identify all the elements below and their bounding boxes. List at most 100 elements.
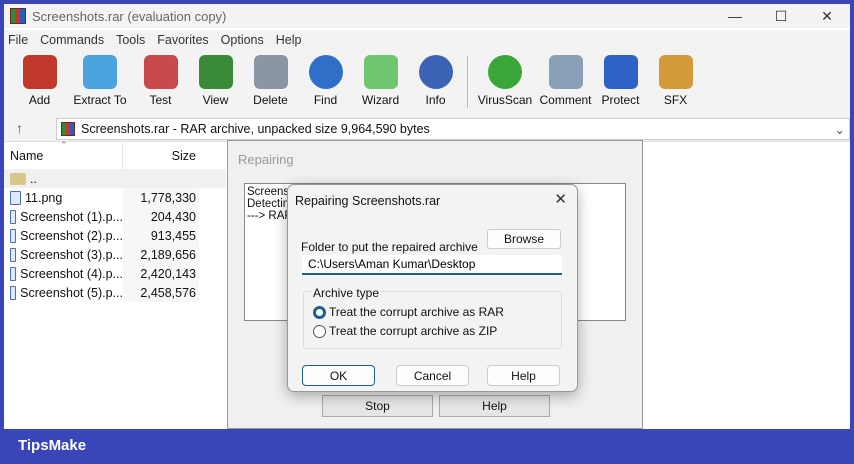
close-button[interactable]: ✕: [804, 4, 850, 28]
radio-rar[interactable]: Treat the corrupt archive as RAR: [313, 305, 504, 319]
sfx-box-icon: [658, 55, 693, 89]
toolbar-separator: [467, 56, 468, 108]
toolbar-protect-button[interactable]: Protect: [593, 50, 648, 107]
radio-zip-label: Treat the corrupt archive as ZIP: [329, 324, 498, 338]
toolbar-label: Test: [149, 93, 172, 107]
column-size[interactable]: Size: [123, 149, 199, 163]
toolbar-label: VirusScan: [477, 93, 533, 107]
address-bar: ↑ Screenshots.rar - RAR archive, unpacke…: [4, 116, 850, 142]
toolbar-find-button[interactable]: Find: [298, 50, 353, 107]
column-name[interactable]: Name ⌃: [4, 140, 123, 169]
dialog-title: Repairing Screenshots.rar: [295, 194, 441, 208]
menu-tools[interactable]: Tools: [116, 33, 145, 47]
list-empty-area: [639, 143, 850, 429]
toolbar-label: SFX: [663, 93, 688, 107]
parent-label: ..: [30, 171, 37, 186]
list-item[interactable]: Screenshot (1).p... 204,430: [4, 207, 226, 226]
ok-button[interactable]: OK: [302, 365, 375, 386]
comment-icon: [548, 55, 583, 89]
add-icon: [22, 55, 57, 89]
image-file-icon: [10, 266, 17, 281]
repairing-help-button[interactable]: Help: [439, 395, 550, 417]
toolbar-delete-button[interactable]: Delete: [243, 50, 298, 107]
image-file-icon: [10, 190, 21, 205]
folder-label: Folder to put the repaired archive: [301, 240, 478, 254]
list-item[interactable]: Screenshot (4).p... 2,420,143: [4, 264, 226, 283]
list-item[interactable]: Screenshot (5).p... 2,458,576: [4, 283, 226, 302]
radio-selected-icon: [313, 305, 326, 319]
toolbar-view-button[interactable]: View: [188, 50, 243, 107]
file-name: Screenshot (4).p...: [20, 266, 123, 281]
radio-rar-label: Treat the corrupt archive as RAR: [329, 305, 504, 319]
title-bar: Screenshots.rar (evaluation copy) — ☐ ✕: [4, 4, 850, 28]
address-field[interactable]: Screenshots.rar - RAR archive, unpacked …: [56, 118, 850, 140]
brand-label: TipsMake: [18, 437, 87, 454]
folder-path-input[interactable]: [302, 255, 562, 275]
menu-options[interactable]: Options: [221, 33, 264, 47]
winrar-app-icon: [10, 8, 26, 24]
file-name: Screenshot (2).p...: [20, 228, 123, 243]
toolbar-info-button[interactable]: Info: [408, 50, 463, 107]
toolbar-label: Add: [28, 93, 51, 107]
shield-icon: [603, 55, 638, 89]
file-size: 2,458,576: [123, 283, 199, 302]
toolbar-wizard-button[interactable]: Wizard: [353, 50, 408, 107]
radio-unselected-icon: [313, 324, 326, 338]
image-file-icon: [10, 285, 17, 300]
image-file-icon: [10, 228, 17, 243]
menu-file[interactable]: File: [8, 33, 28, 47]
toolbar-extract-to-button[interactable]: Extract To: [67, 50, 133, 107]
toolbar-label: Extract To: [73, 93, 127, 107]
radio-zip[interactable]: Treat the corrupt archive as ZIP: [313, 324, 497, 338]
file-size: 204,430: [123, 207, 199, 226]
list-item[interactable]: 11.png 1,778,330: [4, 188, 226, 207]
toolbar-label: Comment: [539, 93, 592, 107]
file-name: Screenshot (1).p...: [20, 209, 123, 224]
repairing-title: Repairing: [238, 152, 294, 167]
info-icon: [418, 55, 453, 89]
trash-icon: [253, 55, 288, 89]
cancel-button[interactable]: Cancel: [396, 365, 469, 386]
minimize-button[interactable]: —: [712, 4, 758, 28]
sort-caret-icon: ⌃: [60, 140, 68, 150]
folder-icon: [10, 172, 26, 185]
toolbar-sfx-button[interactable]: SFX: [648, 50, 703, 107]
toolbar-comment-button[interactable]: Comment: [538, 50, 593, 107]
menu-favorites[interactable]: Favorites: [157, 33, 208, 47]
file-name: Screenshot (3).p...: [20, 247, 123, 262]
close-icon[interactable]: ✕: [554, 190, 567, 208]
window-title: Screenshots.rar (evaluation copy): [32, 8, 227, 24]
toolbar-label: View: [202, 93, 229, 107]
browse-button[interactable]: Browse: [487, 229, 561, 249]
file-size: 2,420,143: [123, 264, 199, 283]
toolbar-test-button[interactable]: Test: [133, 50, 188, 107]
menu-commands[interactable]: Commands: [40, 33, 104, 47]
chevron-down-icon[interactable]: ⌄: [835, 122, 845, 137]
toolbar-add-button[interactable]: Add: [12, 50, 67, 107]
repair-dialog: Repairing Screenshots.rar ✕ Folder to pu…: [287, 184, 578, 392]
file-name: Screenshot (5).p...: [20, 285, 123, 300]
toolbar-virusscan-button[interactable]: VirusScan: [472, 50, 538, 107]
file-size: 2,189,656: [123, 245, 199, 264]
menu-help[interactable]: Help: [276, 33, 302, 47]
list-item-parent[interactable]: ..: [4, 169, 226, 188]
stop-button[interactable]: Stop: [322, 395, 433, 417]
test-clipboard-icon: [143, 55, 178, 89]
file-name: 11.png: [25, 190, 63, 205]
list-item[interactable]: Screenshot (2).p... 913,455: [4, 226, 226, 245]
column-name-label: Name: [10, 149, 44, 163]
folder-extract-icon: [83, 55, 117, 89]
image-file-icon: [10, 247, 17, 262]
archive-type-label: Archive type: [311, 286, 382, 300]
maximize-button[interactable]: ☐: [758, 4, 804, 28]
toolbar-label: Protect: [601, 93, 640, 107]
dialog-help-button[interactable]: Help: [487, 365, 560, 386]
file-list: Name ⌃ Size .. 11.png 1,778,330 Screenshot …: [4, 140, 226, 429]
toolbar-label: Info: [425, 93, 446, 107]
list-header: Name ⌃ Size: [4, 140, 226, 169]
list-item[interactable]: Screenshot (3).p... 2,189,656: [4, 245, 226, 264]
archive-type-group: Archive type Treat the corrupt archive a…: [303, 286, 562, 349]
up-arrow-icon[interactable]: ↑: [16, 120, 23, 136]
magnifier-icon: [308, 55, 343, 89]
image-file-icon: [10, 209, 17, 224]
